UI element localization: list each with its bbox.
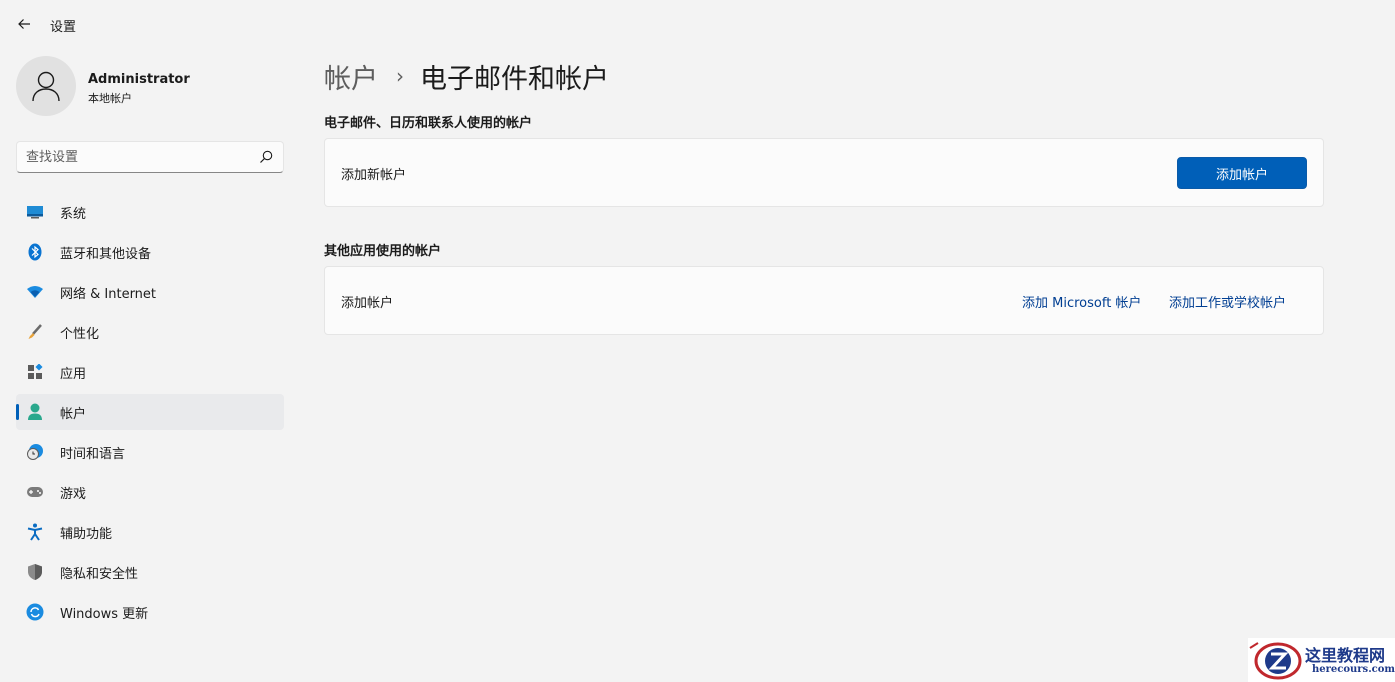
- sidebar-item-gaming[interactable]: 游戏: [16, 474, 284, 510]
- sidebar-item-label: 帐户: [60, 406, 87, 422]
- selection-indicator: [16, 404, 19, 420]
- back-button[interactable]: [10, 10, 38, 38]
- sidebar-item-label: 辅助功能: [60, 526, 113, 542]
- sidebar-item-bluetooth[interactable]: 蓝牙和其他设备: [16, 234, 284, 270]
- system-icon: [26, 203, 44, 221]
- user-profile[interactable]: Administrator 本地帐户: [16, 56, 286, 118]
- title-bar: 设置: [0, 0, 1395, 46]
- update-icon: [26, 603, 44, 621]
- watermark-text: 这里教程网: [1305, 646, 1386, 665]
- user-name: Administrator: [88, 72, 190, 87]
- sidebar-item-label: 隐私和安全性: [60, 566, 139, 582]
- sidebar-item-label: 个性化: [60, 326, 100, 342]
- search-box[interactable]: [16, 141, 284, 173]
- person-icon: [32, 71, 60, 102]
- sidebar-item-time-language[interactable]: 时间和语言: [16, 434, 284, 470]
- back-arrow-icon: [18, 19, 30, 29]
- shield-icon: [26, 563, 44, 581]
- sidebar-item-label: 系统: [60, 206, 87, 222]
- watermark-logo: [1249, 642, 1302, 680]
- sidebar-item-privacy[interactable]: 隐私和安全性: [16, 554, 284, 590]
- sidebar-nav: 系统 蓝牙和其他设备 网络 & Internet 个性化 应用 帐户 时间和语言…: [16, 194, 284, 634]
- sidebar-item-label: 蓝牙和其他设备: [60, 246, 152, 262]
- sidebar-item-apps[interactable]: 应用: [16, 354, 284, 390]
- search-input[interactable]: [26, 142, 251, 172]
- section-title-other: 其他应用使用的帐户: [324, 244, 442, 259]
- watermark-url: herecours.com: [1312, 664, 1395, 675]
- card-label: 添加帐户: [341, 296, 394, 311]
- add-new-account-card: 添加新帐户 添加帐户: [324, 138, 1324, 207]
- sidebar-item-label: 网络 & Internet: [60, 286, 157, 302]
- sidebar-item-accessibility[interactable]: 辅助功能: [16, 514, 284, 550]
- sidebar-item-network[interactable]: 网络 & Internet: [16, 274, 284, 310]
- time-language-icon: [26, 443, 44, 461]
- wifi-icon: [26, 283, 44, 301]
- brush-icon: [26, 323, 44, 341]
- breadcrumb-parent[interactable]: 帐户: [324, 57, 378, 96]
- account-type: 本地帐户: [88, 92, 132, 105]
- add-microsoft-account-link[interactable]: 添加 Microsoft 帐户: [1022, 292, 1141, 311]
- page-title: 电子邮件和帐户: [420, 63, 609, 95]
- bluetooth-icon: [26, 243, 44, 261]
- apps-icon: [26, 363, 44, 381]
- sidebar-item-label: 游戏: [60, 486, 87, 502]
- add-account-button[interactable]: 添加帐户: [1177, 157, 1307, 189]
- search-icon[interactable]: [259, 150, 273, 164]
- sidebar-item-accounts[interactable]: 帐户: [16, 394, 284, 430]
- chevron-right-icon: ›: [396, 64, 404, 88]
- section-title-email: 电子邮件、日历和联系人使用的帐户: [324, 116, 533, 131]
- add-account-card: 添加帐户 添加 Microsoft 帐户 添加工作或学校帐户: [324, 266, 1324, 335]
- watermark: 这里教程网 herecours.com: [1248, 638, 1395, 682]
- sidebar-item-personalization[interactable]: 个性化: [16, 314, 284, 350]
- add-work-school-account-link[interactable]: 添加工作或学校帐户: [1169, 292, 1286, 311]
- sidebar-item-system[interactable]: 系统: [16, 194, 284, 230]
- sidebar-item-windows-update[interactable]: Windows 更新: [16, 594, 284, 630]
- sidebar-item-label: Windows 更新: [60, 606, 149, 622]
- gamepad-icon: [26, 483, 44, 501]
- avatar: [16, 56, 76, 116]
- app-title: 设置: [50, 20, 77, 35]
- accessibility-icon: [26, 523, 44, 541]
- sidebar-item-label: 应用: [60, 366, 87, 382]
- sidebar-item-label: 时间和语言: [60, 446, 126, 462]
- card-label: 添加新帐户: [341, 168, 407, 183]
- breadcrumb: 帐户 › 电子邮件和帐户: [324, 56, 609, 96]
- account-icon: [26, 403, 44, 421]
